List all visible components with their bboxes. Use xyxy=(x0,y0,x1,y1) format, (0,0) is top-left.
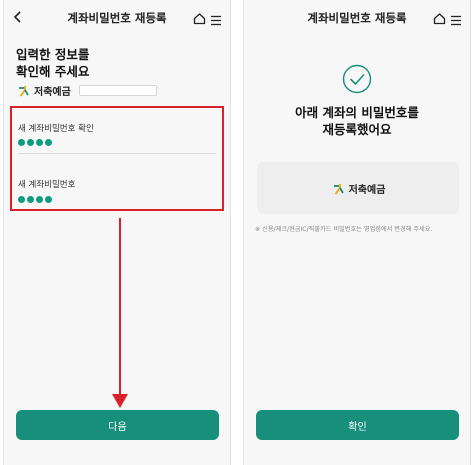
completion-message: 아래 계좌의 비밀번호를 재등록했어요 xyxy=(244,104,470,138)
heading-line-1: 입력한 정보를 xyxy=(16,47,90,62)
field-divider xyxy=(18,153,216,154)
account-number-masked xyxy=(78,84,157,96)
hamburger-menu-icon[interactable] xyxy=(210,11,222,30)
card-password-notice: ※ 신용/체크/현금IC/직불카드 비밀번호는 영업점에서 변경해 주세요. xyxy=(255,226,433,233)
annotation-arrow-line xyxy=(119,218,121,396)
pin-dot xyxy=(27,139,34,146)
password-fields-highlight: 새 계좌비밀번호 확인 새 계좌비밀번호 xyxy=(10,106,224,211)
heading-line-2: 확인해 주세요 xyxy=(16,64,90,79)
message-line-2: 재등록했어요 xyxy=(322,122,392,137)
home-icon[interactable] xyxy=(433,10,446,29)
pin-dot xyxy=(18,139,25,146)
pin-dot xyxy=(36,196,43,203)
password-confirm-screen: 계좌비밀번호 재등록 입력한 정보를 확인해 주세요 저축예금 새 계좌비밀번호… xyxy=(3,0,231,465)
bank-logo-icon xyxy=(16,83,30,97)
check-circle-icon xyxy=(342,64,372,98)
hamburger-menu-icon[interactable] xyxy=(450,11,462,30)
pin-dot xyxy=(45,196,52,203)
pin-dot xyxy=(45,139,52,146)
pin-dot xyxy=(36,139,43,146)
next-button[interactable]: 다음 xyxy=(16,410,219,440)
bank-name: 저축예금 xyxy=(34,86,71,98)
app-header: 계좌비밀번호 재등록 xyxy=(244,0,470,36)
account-card: 저축예금 xyxy=(257,162,459,214)
bank-name: 저축예금 xyxy=(348,184,386,196)
confirm-button[interactable]: 확인 xyxy=(256,410,459,440)
instruction-heading: 입력한 정보를 확인해 주세요 xyxy=(16,46,89,80)
home-icon[interactable] xyxy=(193,10,206,29)
confirm-password-label: 새 계좌비밀번호 확인 xyxy=(18,124,94,134)
pin-dot xyxy=(18,196,25,203)
confirm-password-field[interactable] xyxy=(18,139,52,146)
message-line-1: 아래 계좌의 비밀번호를 xyxy=(295,105,419,120)
new-password-field[interactable] xyxy=(18,196,52,203)
account-info-row: 저축예금 xyxy=(16,83,157,98)
app-header: 계좌비밀번호 재등록 xyxy=(4,0,230,36)
new-password-label: 새 계좌비밀번호 xyxy=(18,180,76,190)
bank-logo-icon xyxy=(331,181,345,195)
pin-dot xyxy=(27,196,34,203)
registration-complete-screen: 계좌비밀번호 재등록 아래 계좌의 비밀번호를 재등록했어요 저축예금 ※ 신용… xyxy=(243,0,471,465)
annotation-arrow-head xyxy=(112,394,128,408)
